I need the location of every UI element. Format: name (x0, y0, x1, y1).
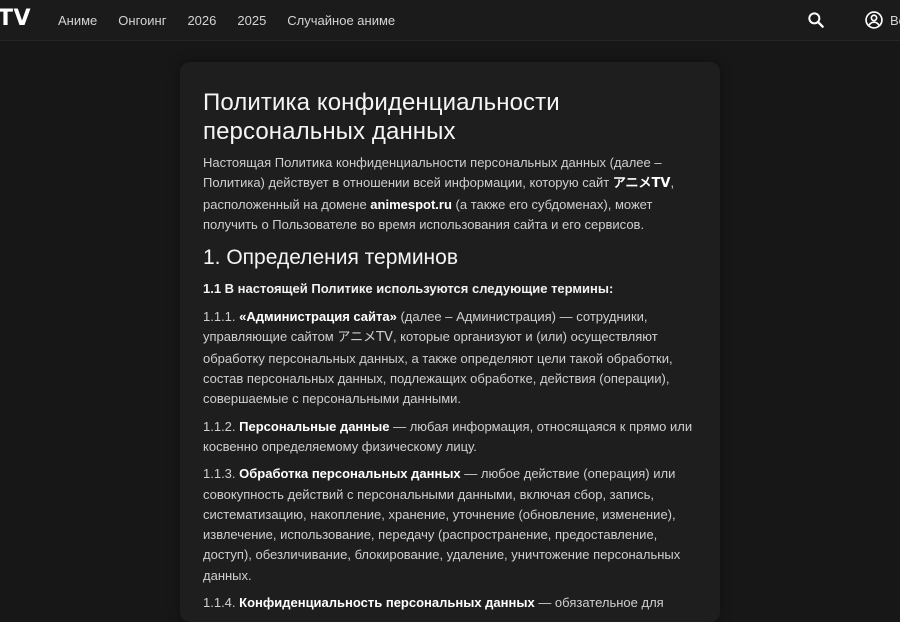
term-number: 1.1.3. (203, 466, 240, 482)
term-title: Обработка персональных данных (239, 466, 461, 482)
term-item: 1.1.3. Обработка персональных данных — л… (203, 464, 703, 586)
term-text: — обязательное для (534, 595, 664, 611)
term-number: 1.1.4. (203, 595, 240, 611)
policy-content: Политика конфиденциальности персональных… (203, 88, 703, 613)
intro-text-1: Настоящая Политика конфиденциальности пе… (203, 155, 662, 191)
page-title: Политика конфиденциальности персональных… (203, 89, 560, 145)
term-title: Персональные данные (239, 418, 390, 434)
main-nav: Аниме Онгоинг 2026 2025 Случайное аниме (58, 0, 416, 40)
term-item: 1.1.4. Конфиденциальность персональных д… (203, 593, 703, 613)
login-label: Во (890, 12, 900, 28)
intro-paragraph: Настоящая Политика конфиденциальности пе… (203, 153, 703, 235)
nav-item-anime[interactable]: Аниме (58, 13, 97, 28)
site-logo[interactable]: TV (0, 6, 31, 31)
nav-item-2026[interactable]: 2026 (187, 13, 216, 28)
search-icon (808, 12, 824, 28)
account-circle-icon (865, 11, 883, 29)
login-button[interactable]: Во (864, 10, 900, 30)
section-subheading: 1.1 В настоящей Политике используются сл… (203, 281, 614, 297)
term-item: 1.1.1. «Администрация сайта» (далее – Ад… (203, 307, 703, 409)
section-heading-definitions: 1. Определения терминов (203, 246, 458, 270)
term-number: 1.1.2. (203, 418, 240, 434)
site-name: アニメTV (612, 176, 671, 192)
nav-item-2025[interactable]: 2025 (237, 13, 266, 28)
term-title: «Администрация сайта» (239, 309, 397, 325)
term-title: Конфиденциальность персональных данных (239, 595, 535, 611)
search-button[interactable] (806, 10, 826, 30)
term-text: — любое действие (операция) или совокупн… (203, 466, 681, 583)
top-navigation-bar: TV Аниме Онгоинг 2026 2025 Случайное ани… (0, 0, 900, 41)
nav-item-random-anime[interactable]: Случайное аниме (287, 13, 395, 28)
term-item: 1.1.2. Персональные данные — любая инфор… (203, 417, 703, 458)
site-domain: animespot.ru (370, 196, 452, 212)
term-number: 1.1.1. (203, 309, 240, 325)
nav-item-ongoing[interactable]: Онгоинг (118, 13, 166, 28)
term-site-name: アニメTV (337, 330, 393, 346)
